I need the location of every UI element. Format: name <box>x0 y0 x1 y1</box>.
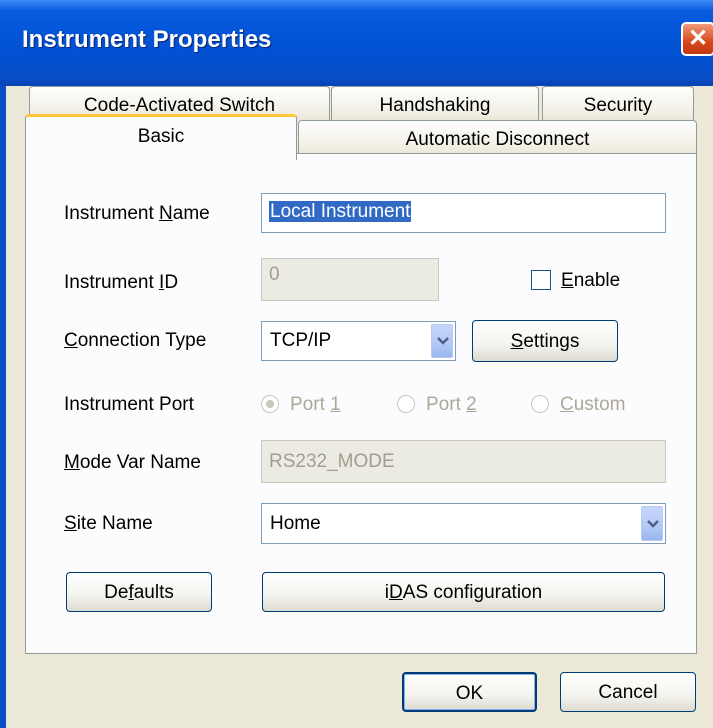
ok-button[interactable]: OK <box>402 672 537 712</box>
connection-type-value: TCP/IP <box>270 330 332 351</box>
port-1-label[interactable]: Port 1 <box>290 394 341 416</box>
connection-type-label: Connection Type <box>64 330 207 351</box>
cancel-button[interactable]: Cancel <box>560 672 696 712</box>
window-title: Instrument Properties <box>22 26 272 53</box>
defaults-button[interactable]: Defaults <box>66 572 212 612</box>
instrument-port-label: Instrument Port <box>64 394 194 415</box>
instrument-id-value: 0 <box>269 264 280 285</box>
site-name-dropdown-button[interactable] <box>641 506 663 541</box>
mode-var-name-value: RS232_MODE <box>269 451 395 472</box>
chevron-down-icon <box>647 519 659 528</box>
site-name-label: Site Name <box>64 513 153 534</box>
radio-selected-dot <box>266 400 274 408</box>
tab-security[interactable]: Security <box>542 86 694 124</box>
settings-button[interactable]: Settings <box>472 320 618 362</box>
custom-radio[interactable] <box>531 395 549 413</box>
tab-label: Handshaking <box>379 95 491 116</box>
instrument-name-value: Local Instrument <box>269 201 412 222</box>
port-1-radio[interactable] <box>261 395 279 413</box>
port-2-radio[interactable] <box>397 395 415 413</box>
idas-configuration-button[interactable]: iDAS configuration <box>262 572 665 612</box>
connection-type-select[interactable]: TCP/IP <box>261 321 456 361</box>
instrument-name-input[interactable]: Local Instrument <box>261 193 666 233</box>
title-bar[interactable]: Instrument Properties ✕ <box>0 0 713 86</box>
connection-type-dropdown-button[interactable] <box>431 324 453 358</box>
enable-checkbox[interactable] <box>531 270 551 290</box>
instrument-properties-dialog: Instrument Properties ✕ Code-Activated S… <box>0 0 713 728</box>
tab-label: Security <box>583 95 653 116</box>
tab-label: Automatic Disconnect <box>405 129 590 150</box>
custom-label[interactable]: Custom <box>560 394 625 416</box>
site-name-select[interactable]: Home <box>261 503 666 544</box>
mode-var-name-label: Mode Var Name <box>64 452 201 473</box>
port-2-label[interactable]: Port 2 <box>426 394 477 416</box>
close-button[interactable]: ✕ <box>681 22 713 56</box>
window-left-border <box>0 86 6 728</box>
enable-label[interactable]: Enable <box>561 270 620 292</box>
tab-basic[interactable]: Basic <box>25 114 297 160</box>
tab-label: Basic <box>137 126 185 147</box>
close-icon: ✕ <box>687 25 709 52</box>
tab-label: Code-Activated Switch <box>83 95 276 116</box>
instrument-id-input[interactable]: 0 <box>261 258 439 301</box>
site-name-value: Home <box>270 513 321 534</box>
tab-handshaking[interactable]: Handshaking <box>331 86 539 124</box>
instrument-id-label: Instrument ID <box>64 272 179 293</box>
mode-var-name-input[interactable]: RS232_MODE <box>261 440 666 483</box>
chevron-down-icon <box>437 337 449 345</box>
instrument-name-label: Instrument Name <box>64 203 210 224</box>
